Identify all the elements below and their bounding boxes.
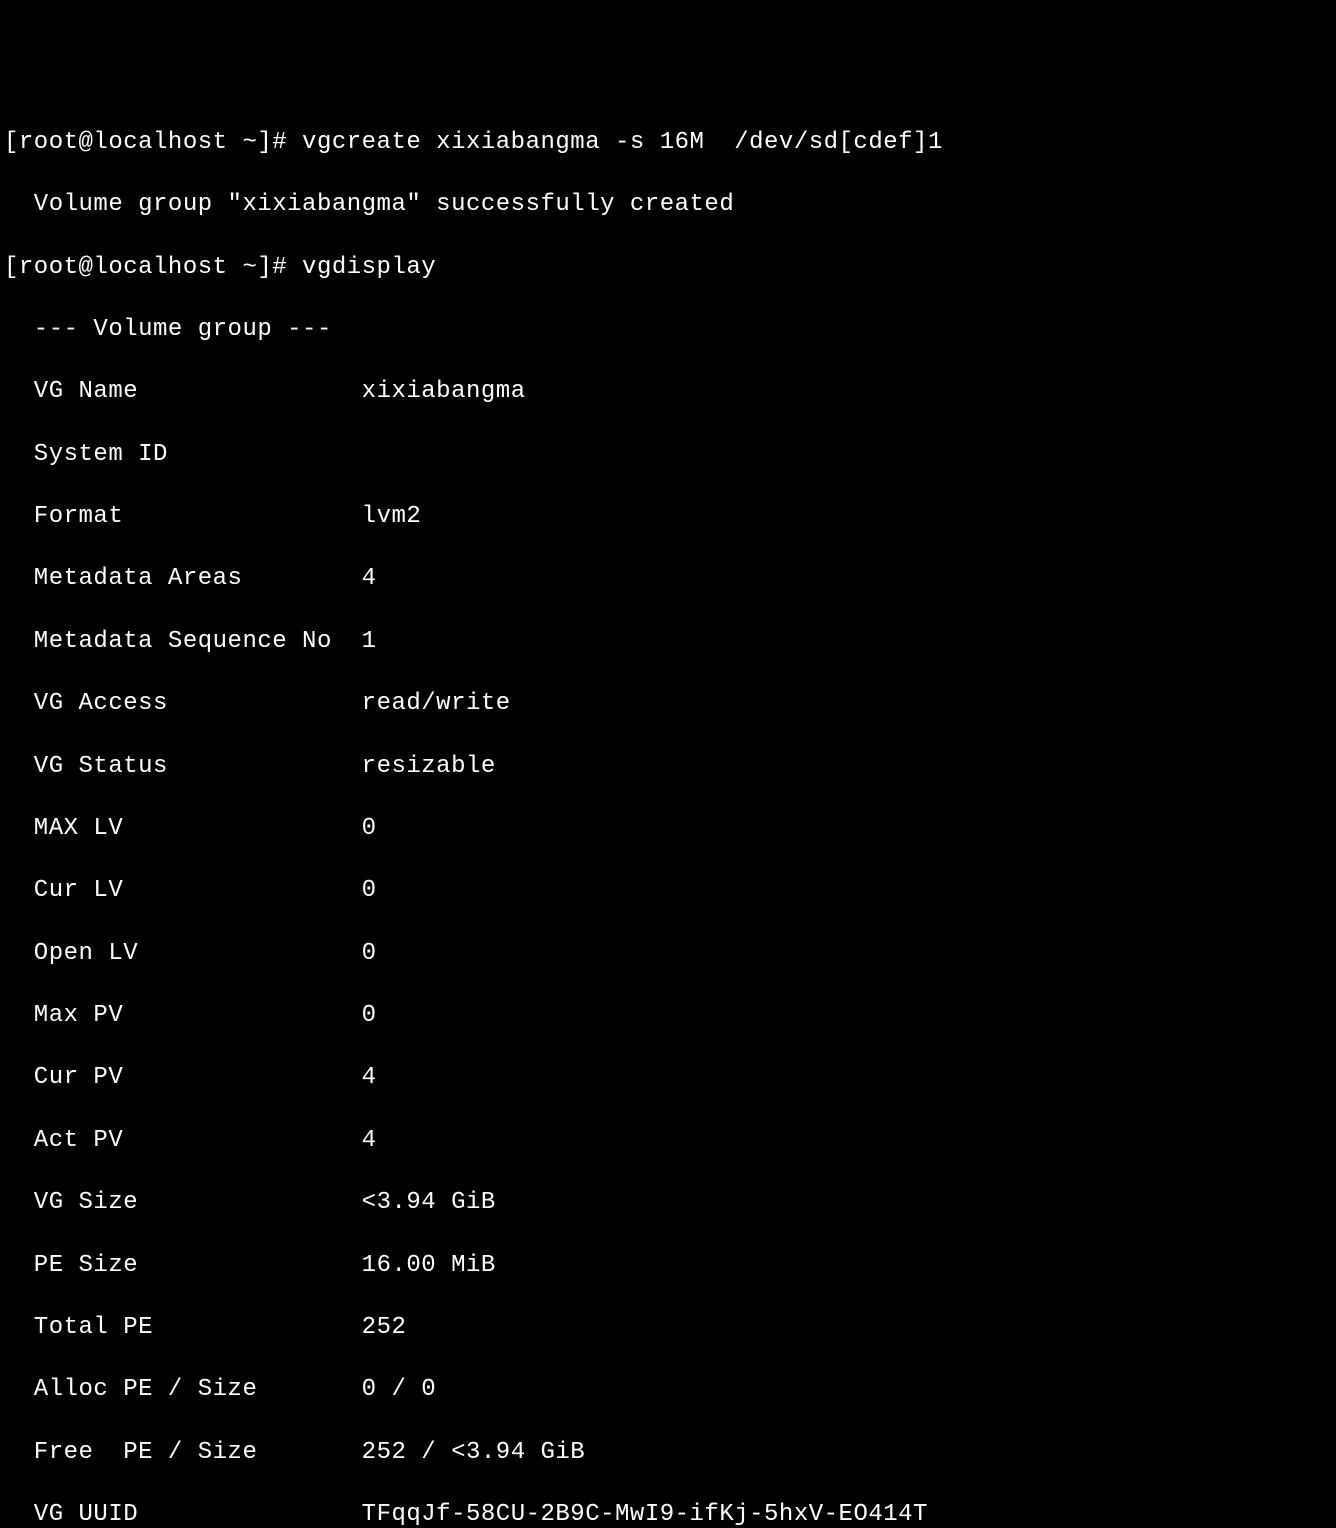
command-vgcreate: vgcreate xixiabangma -s 16M /dev/sd[cdef…	[302, 127, 943, 158]
field-value-act-pv: 4	[347, 1127, 377, 1154]
field-value-vg-uuid: TFqqJf-58CU-2B9C-MwI9-ifKj-5hxV-EO414T	[347, 1501, 928, 1528]
field-label-act-pv: Act PV	[4, 1127, 347, 1154]
terminal-output[interactable]: [root@localhost ~]# vgcreate xixiabangma…	[4, 127, 1332, 1528]
field-label-metadata-seq: Metadata Sequence No	[4, 628, 347, 655]
field-label-pe-size: PE Size	[4, 1252, 347, 1279]
field-value-max-pv: 0	[347, 1002, 377, 1029]
field-value-vg-name: xixiabangma	[347, 378, 526, 405]
field-label-free-pe: Free PE / Size	[4, 1439, 347, 1466]
field-label-vg-uuid: VG UUID	[4, 1501, 347, 1528]
field-label-max-pv: Max PV	[4, 1002, 347, 1029]
field-label-metadata-areas: Metadata Areas	[4, 565, 347, 592]
field-value-cur-pv: 4	[347, 1064, 377, 1091]
field-label-format: Format	[4, 503, 347, 530]
field-label-cur-pv: Cur PV	[4, 1064, 347, 1091]
field-value-vg-access: read/write	[347, 690, 511, 717]
field-value-metadata-seq: 1	[347, 628, 377, 655]
field-value-free-pe: 252 / <3.94 GiB	[347, 1439, 585, 1466]
field-value-max-lv: 0	[347, 815, 377, 842]
field-label-vg-access: VG Access	[4, 690, 347, 717]
shell-prompt: [root@localhost ~]#	[4, 127, 302, 158]
field-label-vg-size: VG Size	[4, 1189, 347, 1216]
command-vgdisplay: vgdisplay	[302, 252, 436, 283]
field-label-cur-lv: Cur LV	[4, 877, 347, 904]
field-label-system-id: System ID	[4, 441, 347, 468]
field-value-open-lv: 0	[347, 940, 377, 967]
field-label-vg-status: VG Status	[4, 753, 347, 780]
field-label-alloc-pe: Alloc PE / Size	[4, 1376, 347, 1403]
field-label-vg-name: VG Name	[4, 378, 347, 405]
shell-prompt: [root@localhost ~]#	[4, 252, 302, 283]
field-value-vg-size: <3.94 GiB	[347, 1189, 496, 1216]
field-value-pe-size: 16.00 MiB	[347, 1252, 496, 1279]
field-value-total-pe: 252	[347, 1314, 407, 1341]
field-value-format: lvm2	[347, 503, 422, 530]
field-value-metadata-areas: 4	[347, 565, 377, 592]
field-label-open-lv: Open LV	[4, 940, 347, 967]
vgdisplay-header: --- Volume group ---	[4, 314, 1332, 345]
field-label-total-pe: Total PE	[4, 1314, 347, 1341]
field-label-max-lv: MAX LV	[4, 815, 347, 842]
field-value-vg-status: resizable	[347, 753, 496, 780]
field-value-cur-lv: 0	[347, 877, 377, 904]
field-value-alloc-pe: 0 / 0	[347, 1376, 436, 1403]
vgcreate-success-message: Volume group "xixiabangma" successfully …	[4, 189, 1332, 220]
